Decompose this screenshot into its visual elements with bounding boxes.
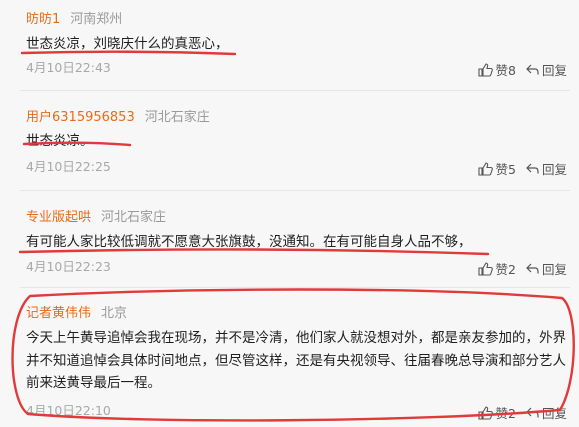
reply-arrow-icon — [526, 263, 539, 274]
comment-actions: 赞5 回复 — [477, 159, 567, 178]
comment-actions: 赞8 回复 — [477, 60, 567, 79]
reply-arrow-icon — [526, 64, 539, 75]
reply-button[interactable]: 回复 — [526, 159, 567, 178]
comment-actions: 赞2 回复 — [477, 403, 567, 422]
comment-time: 4月10日22:23 — [26, 259, 111, 274]
comment-time: 4月10日22:25 — [26, 159, 111, 174]
divider — [20, 190, 570, 191]
comment-meta: 专业版起哄 河北石家庄 — [26, 206, 166, 225]
reply-button[interactable]: 回复 — [526, 60, 567, 79]
thumbs-up-icon — [477, 405, 493, 420]
divider — [20, 90, 570, 91]
thumbs-up-icon — [477, 161, 493, 176]
like-button[interactable]: 赞2 — [477, 403, 516, 422]
comment-meta: 记者黄伟伟 北京 — [26, 302, 127, 321]
like-count: 赞2 — [495, 262, 516, 277]
comment-location: 北京 — [101, 306, 128, 321]
reply-arrow-icon — [526, 163, 539, 174]
comment-location: 河北石家庄 — [144, 110, 210, 125]
comment-text: 世态炎凉，刘晓庆什么的真恶心， — [26, 36, 229, 52]
comment-text: 世态炎凉。 — [26, 133, 94, 149]
reply-label: 回复 — [541, 162, 567, 177]
thumbs-up-icon — [477, 261, 493, 276]
divider — [20, 287, 570, 288]
comment-text: 今天上午黄导追悼会我在现场，并不是冷清，他们家人就没想对外，都是亲友参加的，外界… — [26, 330, 566, 391]
comment-actions: 赞2 回复 — [477, 259, 567, 278]
comment-meta: 用户6315956853 河北石家庄 — [26, 106, 210, 125]
comment-username[interactable]: 专业版起哄 — [26, 210, 91, 225]
reply-button[interactable]: 回复 — [526, 259, 567, 278]
comment-location: 河南郑州 — [70, 12, 123, 27]
comment-text: 有可能人家比较低调就不愿意大张旗鼓，没通知。在有可能自身人品不够， — [26, 234, 472, 250]
comment-meta: 昉昉1 河南郑州 — [26, 8, 122, 27]
reply-label: 回复 — [541, 406, 567, 421]
like-count: 赞5 — [495, 162, 516, 177]
reply-button[interactable]: 回复 — [526, 403, 567, 422]
like-button[interactable]: 赞5 — [477, 159, 516, 178]
comment-time: 4月10日22:43 — [26, 60, 111, 75]
reply-label: 回复 — [541, 63, 567, 78]
like-button[interactable]: 赞2 — [477, 259, 516, 278]
reply-arrow-icon — [526, 407, 539, 418]
like-count: 赞8 — [495, 63, 516, 78]
underline-annotation — [18, 248, 490, 256]
like-button[interactable]: 赞8 — [477, 60, 516, 79]
thumbs-up-icon — [477, 62, 493, 77]
comment-username[interactable]: 昉昉1 — [26, 12, 60, 27]
underline-annotation — [20, 50, 237, 56]
comment-time: 4月10日22:10 — [26, 403, 111, 418]
comment-location: 河北石家庄 — [101, 210, 167, 225]
comment-username[interactable]: 用户6315956853 — [26, 110, 135, 125]
comment-username[interactable]: 记者黄伟伟 — [26, 306, 91, 321]
reply-label: 回复 — [541, 262, 567, 277]
like-count: 赞2 — [495, 406, 516, 421]
